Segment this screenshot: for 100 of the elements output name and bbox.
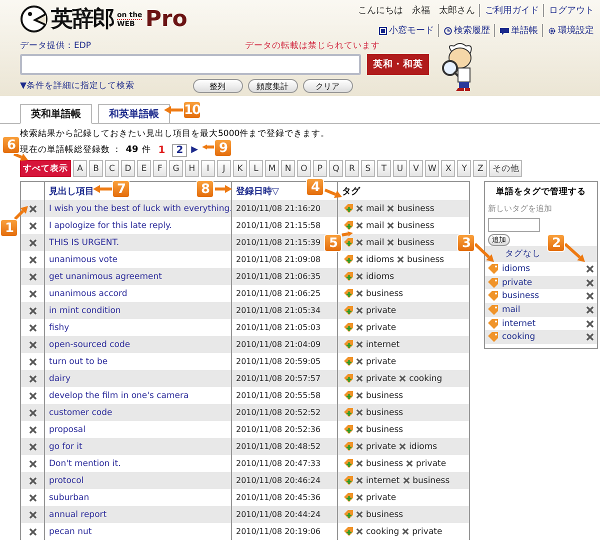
filter-button[interactable]: Y <box>457 160 472 177</box>
remove-icon[interactable] <box>387 239 394 246</box>
add-tag-icon[interactable] <box>344 476 353 485</box>
add-tag-icon[interactable] <box>344 357 353 366</box>
filter-button[interactable]: K <box>233 160 247 177</box>
filter-button[interactable]: V <box>409 160 423 177</box>
filter-button[interactable]: H <box>185 160 199 177</box>
remove-icon[interactable] <box>28 256 36 264</box>
remove-icon[interactable] <box>28 238 36 246</box>
remove-icon[interactable] <box>28 358 36 366</box>
remove-icon[interactable] <box>356 273 363 280</box>
toolbar-link[interactable]: 小窓モード <box>379 24 434 37</box>
add-tag-icon[interactable] <box>344 306 353 315</box>
add-tag-icon[interactable] <box>344 323 353 332</box>
add-tag-icon[interactable] <box>344 272 353 281</box>
toolbar-link[interactable]: 環境設定 <box>542 24 594 37</box>
headword-link[interactable]: proposal <box>49 424 86 434</box>
column-header[interactable]: 登録日時▽ <box>236 184 279 198</box>
remove-icon[interactable] <box>356 256 363 263</box>
remove-icon[interactable] <box>399 443 406 450</box>
filter-button[interactable]: C <box>105 160 119 177</box>
headword-link[interactable]: THIS IS URGENT. <box>49 238 120 248</box>
remove-icon[interactable] <box>28 528 36 536</box>
headword-link[interactable]: dairy <box>49 374 70 384</box>
filter-button[interactable]: O <box>297 160 311 177</box>
headword-link[interactable]: Don't mention it. <box>49 458 121 468</box>
headword-link[interactable]: open-sourced code <box>49 340 130 350</box>
remove-icon[interactable] <box>356 324 363 331</box>
remove-icon[interactable] <box>28 324 36 332</box>
remove-icon[interactable] <box>28 460 36 468</box>
remove-icon[interactable] <box>402 477 410 484</box>
add-tag-icon[interactable] <box>344 442 353 451</box>
add-tag-icon[interactable] <box>344 238 353 247</box>
add-tag-icon[interactable] <box>344 459 353 468</box>
remove-icon[interactable] <box>356 426 363 433</box>
tag-link[interactable]: internet <box>502 318 583 329</box>
headword-link[interactable]: pecan nut <box>49 526 92 536</box>
add-tag-icon[interactable] <box>344 527 353 536</box>
remove-icon[interactable] <box>28 426 36 434</box>
remove-icon[interactable] <box>387 205 394 212</box>
headword-link[interactable]: I apologize for this late reply. <box>49 220 172 230</box>
remove-icon[interactable] <box>356 205 363 212</box>
headword-link[interactable]: fishy <box>49 322 70 332</box>
filter-button[interactable]: N <box>281 160 295 177</box>
search-button[interactable]: 英和・和英 <box>367 54 429 75</box>
add-tag-icon[interactable] <box>344 510 353 519</box>
headword-link[interactable]: suburban <box>49 492 90 502</box>
next-page-link[interactable]: ▶ <box>191 145 198 155</box>
remove-icon[interactable] <box>28 392 36 400</box>
filter-button[interactable]: M <box>265 160 279 177</box>
remove-icon[interactable] <box>387 222 394 229</box>
remove-icon[interactable] <box>28 290 36 298</box>
headword-link[interactable]: go for it <box>49 442 82 452</box>
add-tag-icon[interactable] <box>344 408 353 417</box>
filter-button[interactable]: X <box>441 160 456 177</box>
remove-icon[interactable] <box>406 460 414 467</box>
remove-icon[interactable] <box>356 392 363 399</box>
remove-icon[interactable] <box>356 341 363 348</box>
filter-button[interactable]: D <box>121 160 135 177</box>
remove-icon[interactable] <box>28 340 36 348</box>
add-tag-icon[interactable] <box>344 289 353 298</box>
tag-link[interactable]: idioms <box>502 264 583 274</box>
headword-link[interactable]: get unanimous agreement <box>49 272 162 282</box>
remove-icon[interactable] <box>356 290 363 297</box>
remove-icon[interactable] <box>356 307 363 314</box>
filter-button[interactable]: S <box>361 160 375 177</box>
page-link[interactable]: 2 <box>172 144 188 156</box>
headword-link[interactable]: protocol <box>49 476 84 486</box>
filter-button[interactable]: R <box>345 160 359 177</box>
remove-icon[interactable] <box>28 374 36 382</box>
remove-icon[interactable] <box>356 358 363 365</box>
add-tag-icon[interactable] <box>344 221 353 230</box>
advanced-search-link[interactable]: ▼条件を詳細に指定して検索 <box>20 80 135 92</box>
filter-button[interactable]: Z <box>473 160 488 177</box>
remove-icon[interactable] <box>356 511 363 518</box>
remove-icon[interactable] <box>356 409 363 416</box>
filter-button[interactable]: U <box>393 160 407 177</box>
header-link[interactable]: ログアウト <box>543 4 594 17</box>
toolbar-link[interactable]: 単語帳 <box>494 24 538 37</box>
remove-icon[interactable] <box>28 408 36 416</box>
add-tag-icon[interactable] <box>344 391 353 400</box>
add-tag-icon[interactable] <box>344 374 353 383</box>
filter-button[interactable]: J <box>217 160 231 177</box>
headword-link[interactable]: unanimous accord <box>49 288 128 298</box>
filter-button[interactable]: すべて表示 <box>20 160 71 177</box>
remove-icon[interactable] <box>356 528 363 535</box>
filter-button[interactable]: W <box>425 160 440 177</box>
headword-link[interactable]: develop the film in one's camera <box>49 390 189 400</box>
tab[interactable]: 和英単語帳 <box>98 104 170 124</box>
action-button[interactable]: 整列 <box>192 79 243 93</box>
new-tag-field[interactable] <box>488 218 540 232</box>
remove-icon[interactable] <box>399 375 406 382</box>
headword-link[interactable]: unanimous vote <box>49 254 118 264</box>
filter-button[interactable]: B <box>89 160 103 177</box>
action-button[interactable]: 頻度集計 <box>248 79 298 93</box>
remove-icon[interactable] <box>28 442 36 450</box>
page-link[interactable]: 1 <box>155 144 168 156</box>
remove-icon[interactable] <box>356 460 363 467</box>
filter-button[interactable]: A <box>73 160 87 177</box>
filter-button[interactable]: F <box>153 160 167 177</box>
